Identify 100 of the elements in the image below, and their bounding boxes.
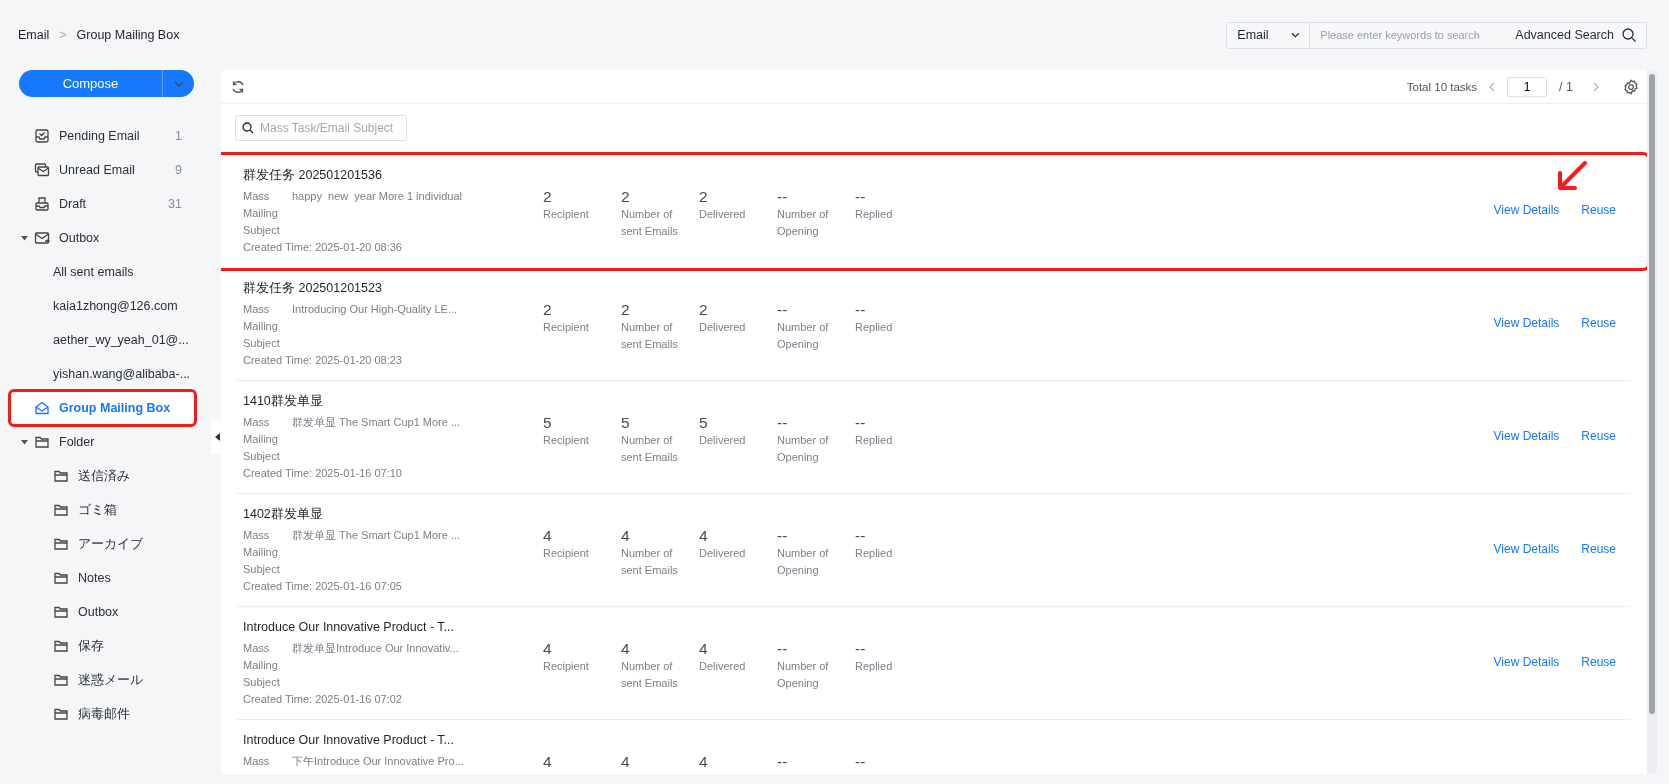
metric-value: 4 xyxy=(621,752,631,771)
metric-label: Number of Opening xyxy=(777,433,830,465)
caret-down-icon[interactable] xyxy=(21,439,28,445)
sidebar-item[interactable]: Pending Email 1 xyxy=(18,119,191,153)
created-time: Created Time: 2025-01-16 07:10 xyxy=(243,466,403,481)
sidebar-item[interactable]: Notes xyxy=(18,561,195,595)
metric-label: Recipient xyxy=(543,320,590,335)
subject-label: Mass Mailing Subject xyxy=(243,189,281,238)
search-icon xyxy=(242,122,254,134)
folder-icon xyxy=(53,502,69,518)
search-field[interactable]: Please enter keywords to search xyxy=(1310,21,1506,49)
envelope-arrow-icon xyxy=(34,230,50,246)
subject-text: 下午Introduce Our Innovative Pro... xyxy=(292,754,464,769)
sidebar-item[interactable]: アーカイブ xyxy=(18,527,195,561)
settings-icon[interactable] xyxy=(1623,78,1639,95)
metric-label: Replied xyxy=(855,320,894,335)
scope-select[interactable]: Email xyxy=(1226,21,1311,49)
subject-label: Mass xyxy=(243,754,271,769)
sidebar-item[interactable]: kaia1zhong@126.com xyxy=(18,289,195,323)
metric-label: Number of Opening xyxy=(777,320,830,352)
sidebar-item[interactable]: Outbox xyxy=(18,595,195,629)
subject-text: 群发单显Introduce Our Innovativ... xyxy=(292,641,459,656)
scrollbar-thumb[interactable] xyxy=(1649,74,1655,714)
folder-icon xyxy=(53,570,69,586)
metric-value: 5 xyxy=(543,413,553,432)
metric-label: Number of Opening xyxy=(777,659,830,691)
chevron-down-icon xyxy=(173,80,184,87)
tray-check-icon xyxy=(34,128,50,144)
page-field[interactable]: 1 xyxy=(1507,76,1548,97)
sidebar-item[interactable]: 送信済み xyxy=(18,459,195,493)
annotation-arrow xyxy=(1555,159,1589,193)
action-link[interactable]: View Details xyxy=(1493,316,1560,330)
metric-label: Delivered xyxy=(699,207,747,222)
metric-value: 4 xyxy=(699,639,709,658)
action-link[interactable]: View Details xyxy=(1493,542,1560,556)
metric-value: -- xyxy=(855,526,867,545)
action-link[interactable]: Reuse xyxy=(1581,316,1616,330)
refresh-icon[interactable] xyxy=(231,79,245,94)
metric-label: Number of Opening xyxy=(777,207,830,239)
task-row[interactable]: Introduce Our Innovative Product - T... Mass 下午Introduce Our Innovative Pro... 4 4 4 -- -- xyxy=(237,720,1631,774)
item-count: 31 xyxy=(168,197,182,211)
subject-label: Mass Mailing Subject xyxy=(243,415,281,464)
advanced-search-button[interactable]: Advanced Search xyxy=(1505,21,1647,49)
metric-value: -- xyxy=(777,187,789,206)
folder-icon xyxy=(34,434,50,450)
metric-value: -- xyxy=(777,639,789,658)
metric-label: Number of sent Emails xyxy=(621,207,679,239)
metric-value: -- xyxy=(855,639,867,658)
metric-value: 4 xyxy=(699,526,709,545)
task-title: 1402群发单显 xyxy=(243,506,324,523)
sidebar-item[interactable]: 保存 xyxy=(18,629,195,663)
item-count: 1 xyxy=(175,129,182,143)
sidebar-item[interactable]: Unread Email 9 xyxy=(18,153,191,187)
task-total: Total 10 tasks xyxy=(1406,80,1478,93)
folder-icon xyxy=(53,604,69,620)
sidebar-item[interactable]: Draft 31 xyxy=(18,187,191,221)
sidebar-item[interactable]: ゴミ箱 xyxy=(18,493,195,527)
metric-label: Replied xyxy=(855,207,894,222)
sidebar-item[interactable]: All sent emails xyxy=(18,255,195,289)
task-title: Introduce Our Innovative Product - T... xyxy=(243,619,455,636)
subject-text: Introducing Our High-Quality LE... xyxy=(292,302,458,317)
action-link[interactable]: View Details xyxy=(1493,655,1560,669)
metric-label: Delivered xyxy=(699,546,747,561)
metric-label: Delivered xyxy=(699,433,747,448)
task-row[interactable]: 1402群发单显 Mass Mailing Subject 群发单显 The Smart Cup1 More ... Created Time: 2025-01-16 07:05 4 Recipient 4 Number of sent Emails 4 Delivered -- Number of Opening -- Replied View Details Reuse xyxy=(237,494,1631,607)
created-time: Created Time: 2025-01-20 08:23 xyxy=(243,353,403,368)
sidebar-item[interactable]: yishan.wang@alibaba-... xyxy=(18,357,195,391)
action-link[interactable]: Reuse xyxy=(1581,429,1616,443)
sidebar-item[interactable]: Outbox xyxy=(18,221,191,255)
metric-value: 4 xyxy=(699,752,709,771)
sidebar-item[interactable]: 迷惑メール xyxy=(18,663,195,697)
sidebar-item[interactable]: aether_wy_yeah_01@... xyxy=(18,323,195,357)
metric-value: 5 xyxy=(699,413,709,432)
action-link[interactable]: Reuse xyxy=(1581,655,1616,669)
filter-field[interactable]: Mass Task/Email Subject xyxy=(235,115,407,141)
chevron-down-icon xyxy=(1290,32,1300,38)
folder-icon xyxy=(53,672,69,688)
action-link[interactable]: Reuse xyxy=(1581,542,1616,556)
metric-label: Recipient xyxy=(543,546,590,561)
metric-value: -- xyxy=(855,413,867,432)
sidebar-item[interactable]: 病毒邮件 xyxy=(18,697,195,731)
metric-label: Number of Opening xyxy=(777,546,830,578)
breadcrumb-separator: > xyxy=(59,28,67,42)
folder-icon xyxy=(53,638,69,654)
subject-label: Mass Mailing Subject xyxy=(243,641,281,690)
action-link[interactable]: View Details xyxy=(1493,429,1560,443)
sidebar-item[interactable]: Folder xyxy=(18,425,191,459)
metric-value: 4 xyxy=(543,526,553,545)
action-link[interactable]: View Details xyxy=(1493,203,1560,217)
action-link[interactable]: Reuse xyxy=(1581,203,1616,217)
metric-label: Recipient xyxy=(543,207,590,222)
metric-value: -- xyxy=(777,752,789,771)
sidebar-item[interactable]: Group Mailing Box xyxy=(10,391,195,425)
breadcrumb-item[interactable]: Email xyxy=(18,28,50,42)
folder-icon xyxy=(53,706,69,722)
caret-down-icon[interactable] xyxy=(21,235,28,241)
metric-label: Number of sent Emails xyxy=(621,320,679,352)
task-row[interactable]: 1410群发单显 Mass Mailing Subject 群发单显 The Smart Cup1 More ... Created Time: 2025-01-16 07:10 5 Recipient 5 Number of sent Emails 5 Delivered -- Number of Opening -- Replied View Details Reuse xyxy=(237,381,1631,494)
subject-label: Mass Mailing Subject xyxy=(243,302,281,351)
collapse-handle[interactable] xyxy=(211,420,223,454)
